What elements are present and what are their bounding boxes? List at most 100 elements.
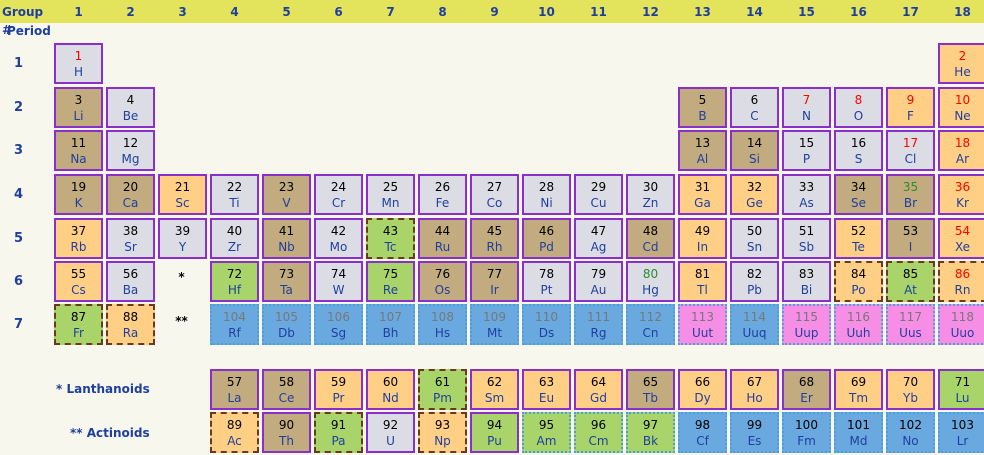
element-cell-k[interactable]: 19 K	[54, 174, 103, 215]
element-cell-ag[interactable]: 47 Ag	[574, 218, 623, 259]
element-cell-xe[interactable]: 54 Xe	[938, 218, 984, 259]
element-cell-b[interactable]: 5B	[678, 87, 727, 128]
element-cell-uuo[interactable]: 118 Uuo	[938, 304, 984, 345]
element-cell-tl[interactable]: 81 Tl	[678, 261, 727, 302]
element-cell-ar[interactable]: 18 Ar	[938, 130, 984, 171]
element-cell-sg[interactable]: 106 Sg	[314, 304, 363, 345]
element-cell-al[interactable]: 13 Al	[678, 130, 727, 171]
element-cell-uus[interactable]: 117 Uus	[886, 304, 935, 345]
element-cell-na[interactable]: 11 Na	[54, 130, 103, 171]
element-cell-rg[interactable]: 111 Rg	[574, 304, 623, 345]
element-cell-yb[interactable]: 70 Yb	[886, 369, 935, 410]
element-cell-md[interactable]: 101 Md	[834, 412, 883, 453]
element-cell-ra[interactable]: 88 Ra	[106, 304, 155, 345]
element-cell-sm[interactable]: 62 Sm	[470, 369, 519, 410]
element-cell-zr[interactable]: 40 Zr	[210, 218, 259, 259]
element-cell-ta[interactable]: 73 Ta	[262, 261, 311, 302]
element-cell-i[interactable]: 53 I	[886, 218, 935, 259]
element-cell-ti[interactable]: 22 Ti	[210, 174, 259, 215]
element-cell-lr[interactable]: 103 Lr	[938, 412, 984, 453]
element-cell-dy[interactable]: 66 Dy	[678, 369, 727, 410]
element-cell-uut[interactable]: 113 Uut	[678, 304, 727, 345]
element-cell-cu[interactable]: 29 Cu	[574, 174, 623, 215]
element-cell-y[interactable]: 39 Y	[158, 218, 207, 259]
element-cell-sb[interactable]: 51 Sb	[782, 218, 831, 259]
element-cell-lu[interactable]: 71 Lu	[938, 369, 984, 410]
element-cell-pb[interactable]: 82 Pb	[730, 261, 779, 302]
element-cell-cm[interactable]: 96 Cm	[574, 412, 623, 453]
element-cell-p[interactable]: 15 P	[782, 130, 831, 171]
element-cell-c[interactable]: 6C	[730, 87, 779, 128]
element-cell-mt[interactable]: 109 Mt	[470, 304, 519, 345]
element-cell-pa[interactable]: 91 Pa	[314, 412, 363, 453]
element-cell-ca[interactable]: 20 Ca	[106, 174, 155, 215]
element-cell-in[interactable]: 49 In	[678, 218, 727, 259]
element-cell-ne[interactable]: 10 Ne	[938, 87, 984, 128]
element-cell-ru[interactable]: 44 Ru	[418, 218, 467, 259]
element-cell-gd[interactable]: 64 Gd	[574, 369, 623, 410]
element-cell-he[interactable]: 2 He	[938, 43, 984, 84]
element-cell-nd[interactable]: 60 Nd	[366, 369, 415, 410]
element-cell-mg[interactable]: 12 Mg	[106, 130, 155, 171]
element-cell-v[interactable]: 23 V	[262, 174, 311, 215]
element-cell-n[interactable]: 7N	[782, 87, 831, 128]
element-cell-as[interactable]: 33 As	[782, 174, 831, 215]
element-cell-ac[interactable]: 89 Ac	[210, 412, 259, 453]
element-cell-sc[interactable]: 21 Sc	[158, 174, 207, 215]
element-cell-pt[interactable]: 78 Pt	[522, 261, 571, 302]
element-cell-db[interactable]: 105 Db	[262, 304, 311, 345]
element-cell-bi[interactable]: 83 Bi	[782, 261, 831, 302]
element-cell-sr[interactable]: 38 Sr	[106, 218, 155, 259]
element-cell-es[interactable]: 99 Es	[730, 412, 779, 453]
element-cell-bk[interactable]: 97 Bk	[626, 412, 675, 453]
element-cell-co[interactable]: 27 Co	[470, 174, 519, 215]
element-cell-cr[interactable]: 24 Cr	[314, 174, 363, 215]
element-cell-fm[interactable]: 100 Fm	[782, 412, 831, 453]
element-cell-rb[interactable]: 37 Rb	[54, 218, 103, 259]
element-cell-er[interactable]: 68 Er	[782, 369, 831, 410]
element-cell-si[interactable]: 14 Si	[730, 130, 779, 171]
element-cell-pm[interactable]: 61 Pm	[418, 369, 467, 410]
element-cell-cf[interactable]: 98 Cf	[678, 412, 727, 453]
element-cell-tc[interactable]: 43 Tc	[366, 218, 415, 259]
element-cell-cd[interactable]: 48 Cd	[626, 218, 675, 259]
element-cell-hf[interactable]: 72 Hf	[210, 261, 259, 302]
element-cell-la[interactable]: 57 La	[210, 369, 259, 410]
element-cell-ni[interactable]: 28 Ni	[522, 174, 571, 215]
element-cell-pu[interactable]: 94 Pu	[470, 412, 519, 453]
element-cell-cs[interactable]: 55 Cs	[54, 261, 103, 302]
element-cell-ba[interactable]: 56 Ba	[106, 261, 155, 302]
element-cell-ir[interactable]: 77 Ir	[470, 261, 519, 302]
element-cell-hs[interactable]: 108 Hs	[418, 304, 467, 345]
element-cell-po[interactable]: 84 Po	[834, 261, 883, 302]
element-cell-uuh[interactable]: 116 Uuh	[834, 304, 883, 345]
element-cell-be[interactable]: 4 Be	[106, 87, 155, 128]
element-cell-uup[interactable]: 115 Uup	[782, 304, 831, 345]
element-cell-sn[interactable]: 50 Sn	[730, 218, 779, 259]
element-cell-no[interactable]: 102 No	[886, 412, 935, 453]
element-cell-rh[interactable]: 45 Rh	[470, 218, 519, 259]
element-cell-th[interactable]: 90 Th	[262, 412, 311, 453]
element-cell-tm[interactable]: 69 Tm	[834, 369, 883, 410]
element-cell-u[interactable]: 92 U	[366, 412, 415, 453]
element-cell-ds[interactable]: 110 Ds	[522, 304, 571, 345]
element-cell-f[interactable]: 9F	[886, 87, 935, 128]
element-cell-at[interactable]: 85 At	[886, 261, 935, 302]
element-cell-s[interactable]: 16 S	[834, 130, 883, 171]
element-cell-se[interactable]: 34 Se	[834, 174, 883, 215]
element-cell-ga[interactable]: 31 Ga	[678, 174, 727, 215]
element-cell-fe[interactable]: 26 Fe	[418, 174, 467, 215]
element-cell-cl[interactable]: 17 Cl	[886, 130, 935, 171]
element-cell-ho[interactable]: 67 Ho	[730, 369, 779, 410]
element-cell-ce[interactable]: 58 Ce	[262, 369, 311, 410]
element-cell-fr[interactable]: 87 Fr	[54, 304, 103, 345]
element-cell-mo[interactable]: 42 Mo	[314, 218, 363, 259]
element-cell-tb[interactable]: 65 Tb	[626, 369, 675, 410]
element-cell-uuq[interactable]: 114 Uuq	[730, 304, 779, 345]
element-cell-pr[interactable]: 59 Pr	[314, 369, 363, 410]
element-cell-br[interactable]: 35 Br	[886, 174, 935, 215]
element-cell-o[interactable]: 8O	[834, 87, 883, 128]
element-cell-eu[interactable]: 63 Eu	[522, 369, 571, 410]
element-cell-h[interactable]: 1H	[54, 43, 103, 84]
element-cell-cn[interactable]: 112 Cn	[626, 304, 675, 345]
